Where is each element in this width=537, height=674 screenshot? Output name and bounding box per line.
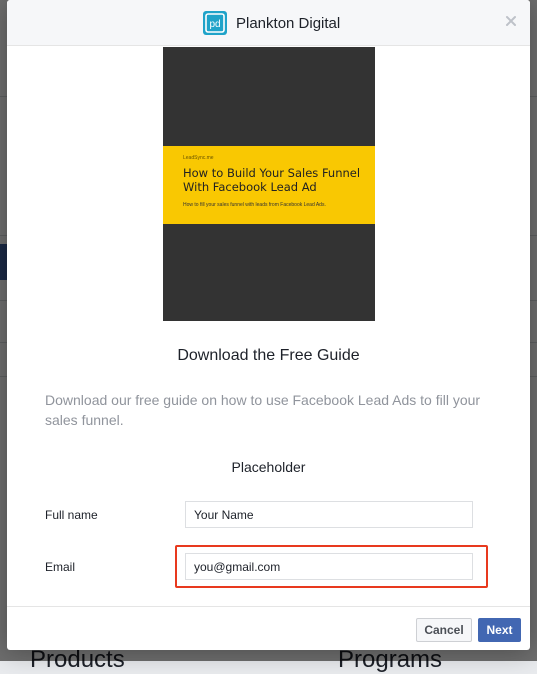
guide-cover-image: LeadSync.me How to Build Your Sales Funn… bbox=[163, 47, 375, 321]
cover-subtitle: How to fill your sales funnel with leads… bbox=[183, 202, 326, 208]
close-icon[interactable] bbox=[503, 13, 519, 29]
lead-form-dialog: pd Plankton Digital LeadSync.me How to B… bbox=[7, 0, 530, 650]
guide-title: Download the Free Guide bbox=[177, 347, 360, 364]
brand-name: Plankton Digital bbox=[236, 14, 341, 32]
cover-title: How to Build Your Sales Funnel With Face… bbox=[183, 166, 361, 194]
guide-description: Download our free guide on how to use Fa… bbox=[45, 392, 481, 428]
full-name-field[interactable] bbox=[185, 501, 473, 528]
next-button[interactable]: Next bbox=[478, 618, 521, 642]
full-name-label: Full name bbox=[45, 508, 98, 522]
dialog-header: pd Plankton Digital bbox=[7, 0, 530, 46]
plankton-digital-logo-icon: pd bbox=[203, 11, 227, 35]
footer-divider bbox=[7, 606, 530, 607]
cover-brand: LeadSync.me bbox=[183, 155, 214, 161]
logo-text: pd bbox=[209, 19, 220, 30]
cancel-button[interactable]: Cancel bbox=[416, 618, 472, 642]
email-highlight-annotation bbox=[175, 545, 488, 588]
cover-title-band: LeadSync.me How to Build Your Sales Funn… bbox=[163, 146, 375, 224]
form-section-heading: Placeholder bbox=[231, 459, 306, 475]
brand: pd Plankton Digital bbox=[203, 10, 340, 36]
email-label: Email bbox=[45, 560, 76, 574]
